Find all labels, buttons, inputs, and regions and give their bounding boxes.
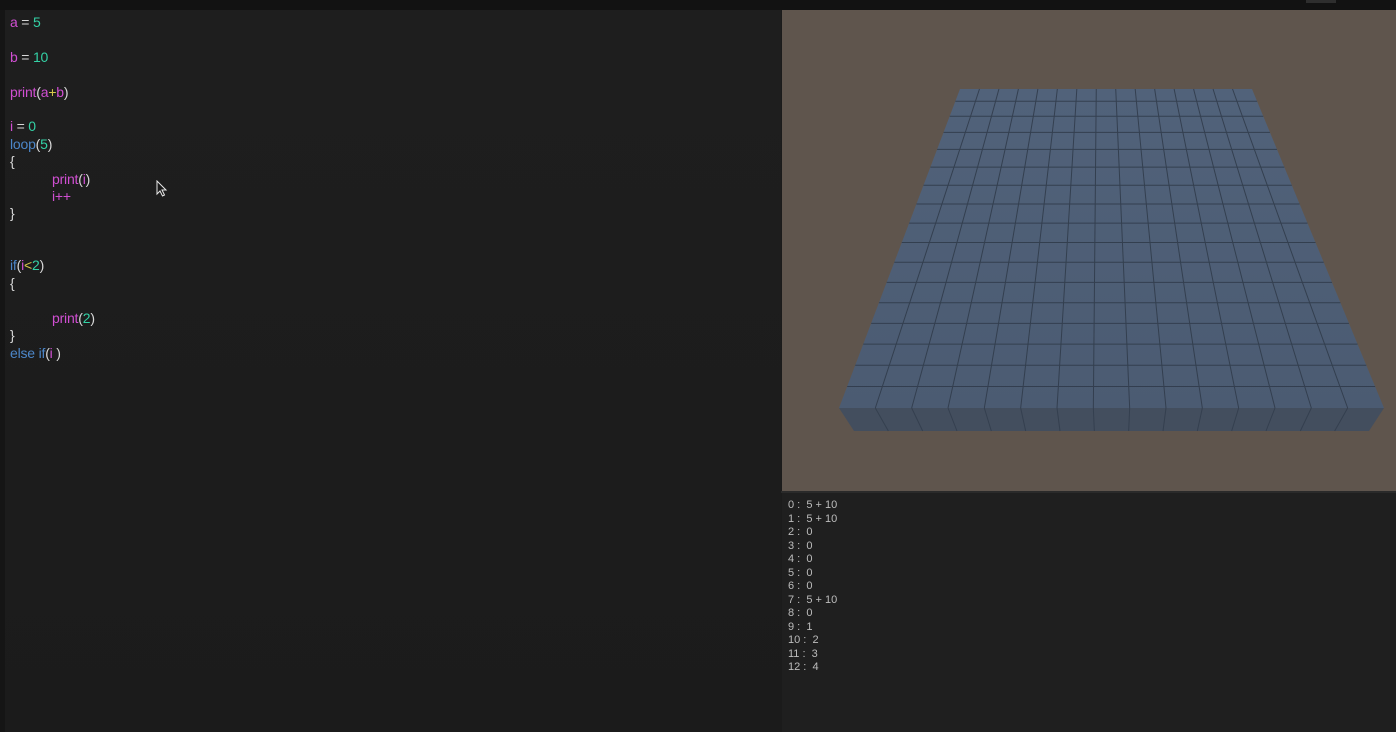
code-token: = — [17, 49, 33, 65]
code-token: 2 — [31, 257, 40, 273]
console-line: 9 : 1 — [788, 620, 813, 633]
console-line: 12 : 4 — [788, 661, 819, 673]
console-line: 5 : 0 — [788, 566, 813, 579]
code-line-12: print(2) — [52, 310, 95, 327]
console-line: 1 : 5 + 10 — [788, 512, 838, 525]
window-handle[interactable] — [1306, 0, 1336, 3]
code-line-11: { — [10, 275, 15, 292]
code-token: 0 — [28, 118, 36, 134]
code-editor[interactable]: a = 5 b = 10 print(a+b) i = 0 loop(5) { … — [5, 10, 781, 732]
code-token: ) — [39, 257, 45, 273]
code-token: } — [10, 205, 15, 221]
code-line-9: } — [10, 205, 15, 222]
code-token: ) — [90, 310, 95, 326]
grid-plane-3d — [839, 88, 1384, 432]
mouse-cursor-icon — [156, 180, 168, 197]
code-token: < — [24, 257, 32, 273]
top-bar — [0, 0, 1396, 10]
code-token: print — [52, 310, 79, 326]
code-line-10: if(i<2) — [10, 257, 44, 274]
code-token: a — [10, 14, 18, 30]
code-line-7: print(i) — [52, 171, 90, 188]
code-token: 5 — [40, 136, 48, 152]
code-line-5: loop(5) — [10, 136, 52, 153]
code-token: ) — [52, 345, 61, 361]
console-line: 2 : 0 — [788, 526, 813, 538]
code-line-2: b = 10 — [10, 49, 48, 66]
code-token: } — [10, 327, 15, 343]
code-token: ) — [47, 136, 53, 152]
code-token: 5 — [32, 14, 41, 30]
code-line-8: i++ — [52, 188, 71, 205]
console-line: 11 : 3 — [788, 647, 818, 660]
console-line: 8 : 0 — [788, 607, 813, 619]
code-line-14: else if(i ) — [10, 345, 61, 362]
code-token: { — [10, 275, 15, 291]
code-token: print — [10, 84, 37, 100]
code-line-4: i = 0 — [10, 118, 36, 135]
code-line-6: { — [10, 153, 15, 170]
console-line: 10 : 2 — [788, 634, 819, 646]
code-token: b — [56, 84, 64, 100]
console-line: 7 : 5 + 10 — [788, 593, 838, 606]
console-line: 0 : 5 + 10 — [788, 499, 838, 511]
console-line: 4 : 0 — [788, 553, 813, 565]
code-token: ) — [85, 171, 91, 187]
code-line-1: a = 5 — [10, 14, 41, 31]
scene-viewport[interactable] — [782, 10, 1396, 491]
code-token: ) — [63, 84, 69, 100]
console-line: 3 : 0 — [788, 539, 813, 552]
code-token: loop — [10, 136, 36, 152]
code-token: { — [10, 153, 15, 169]
code-token: else if — [10, 345, 46, 361]
code-token: b — [10, 49, 18, 65]
code-token: = — [17, 14, 33, 30]
output-console[interactable]: 0 : 5 + 10 1 : 5 + 10 2 : 0 3 : 0 4 : 0 … — [782, 493, 1396, 732]
code-token: if — [10, 257, 17, 273]
code-token: print — [52, 171, 79, 187]
code-line-3: print(a+b) — [10, 84, 69, 101]
code-token: 10 — [32, 49, 49, 65]
code-token: = — [12, 118, 29, 134]
code-line-13: } — [10, 327, 15, 344]
console-line: 6 : 0 — [788, 580, 813, 592]
code-token: i++ — [52, 188, 71, 204]
